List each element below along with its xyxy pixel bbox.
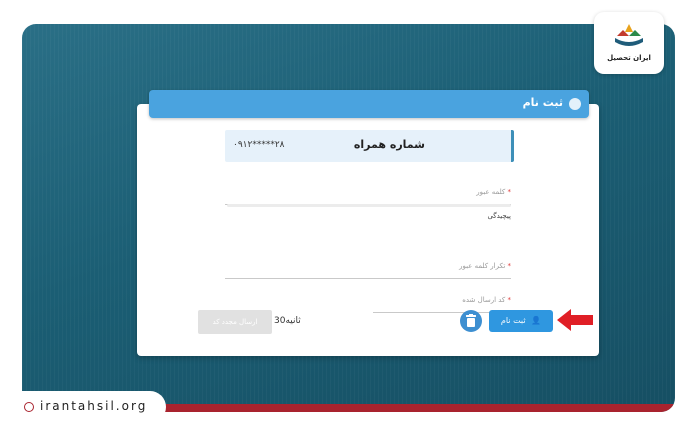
- user-icon: [569, 98, 581, 110]
- required-mark: *: [507, 296, 512, 304]
- required-mark: *: [507, 262, 512, 270]
- card-header: ثبت نام: [149, 90, 589, 118]
- trash-button[interactable]: [460, 310, 482, 332]
- globe-icon: [24, 402, 34, 412]
- registration-card: ثبت نام شماره همراه ۰۹۱۲*****۲۸ * کلمه ع…: [137, 90, 599, 356]
- add-user-icon: 👤: [531, 316, 542, 325]
- logo: ایران تحصیل: [594, 12, 664, 74]
- repeat-password-placeholder: * تکرار کلمه عبور: [459, 262, 511, 270]
- card-title: ثبت نام: [522, 96, 563, 109]
- site-url: irantahsil.org: [40, 399, 148, 413]
- resend-code-button[interactable]: ارسال مجدد کد: [198, 310, 272, 334]
- register-label: ثبت نام: [500, 316, 526, 325]
- required-mark: *: [507, 188, 512, 196]
- logo-name: ایران تحصیل: [607, 54, 651, 62]
- phone-row: شماره همراه ۰۹۱۲*****۲۸: [225, 130, 514, 162]
- code-placeholder: * کد ارسال شده: [462, 296, 511, 304]
- phone-value: ۰۹۱۲*****۲۸: [233, 140, 285, 150]
- complexity-label: پیچیدگی: [487, 212, 511, 220]
- complexity-bar: [227, 204, 511, 207]
- phone-label: شماره همراه: [353, 138, 425, 151]
- password-placeholder: * کلمه عبور: [476, 188, 511, 196]
- register-button[interactable]: ثبت نام 👤: [489, 310, 553, 332]
- red-arrow-icon: [557, 309, 593, 331]
- countdown-timer: ثانیه30: [274, 316, 301, 326]
- password-field[interactable]: * کلمه عبور: [225, 186, 511, 205]
- repeat-password-field[interactable]: * تکرار کلمه عبور: [225, 260, 511, 279]
- site-url-badge: irantahsil.org: [14, 391, 166, 423]
- trash-icon: [466, 314, 476, 327]
- background-frame: ثبت نام شماره همراه ۰۹۱۲*****۲۸ * کلمه ع…: [22, 24, 675, 412]
- logo-mark-icon: [615, 24, 643, 46]
